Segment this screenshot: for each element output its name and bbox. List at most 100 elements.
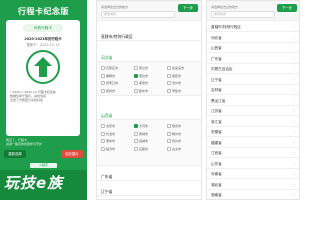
section-header[interactable]: 直辖市/特别行政区 › [97,32,201,41]
poster-footer-line: 感谢一路有你的陪伴与守护 [6,142,43,146]
province-item[interactable]: 湖北省 › [207,180,299,190]
city-label: 忻州市 [172,139,182,143]
checkbox-icon[interactable] [134,146,138,151]
checkbox-icon[interactable] [134,124,138,128]
checkbox-icon[interactable] [134,139,138,143]
checkbox-icon[interactable] [167,124,171,128]
city-checkbox[interactable]: 临汾市 [101,146,132,152]
province-item[interactable]: 浙江省 › [207,117,299,127]
province-label: 安徽省 [211,130,222,134]
city-checkbox[interactable]: 秦皇岛市 [167,65,198,71]
city-checkbox[interactable]: 晋中市 [101,138,132,144]
section-header[interactable]: 辽宁省 › [97,187,201,196]
city-checkbox[interactable]: 廊坊市 [101,88,132,94]
city-checkbox[interactable]: 大同市 [134,123,165,129]
province-item[interactable]: 内蒙古自治区 › [207,64,299,74]
checkbox-icon[interactable] [134,73,138,78]
checkbox-icon[interactable] [167,66,171,70]
chevron-right-icon: › [101,34,103,39]
province-item[interactable]: 直辖市/特别行政区 › [207,22,299,32]
province-item[interactable]: 广东省 › [207,54,299,64]
checkbox-icon[interactable] [101,131,105,136]
city-checkbox[interactable]: 运城市 [134,138,165,144]
province-label: 黑龙江省 [211,98,226,103]
city-label: 大同市 [139,124,149,128]
province-item[interactable]: 吉林省 › [207,85,299,95]
chevron-right-icon: › [293,87,295,92]
search-input[interactable]: 搜索城市 [211,11,275,18]
section-header[interactable]: 河北省 ⌄ [97,53,201,62]
section-header[interactable]: 山西省 ⌄ [97,111,201,120]
picker-header: 请选择您去过的地方 搜索城市 下一步 [97,1,201,21]
city-label: 长治市 [106,131,116,136]
city-checkbox[interactable]: 邢台市 [134,73,165,79]
city-checkbox[interactable]: 古交市 [167,146,198,152]
checkbox-icon[interactable] [167,88,171,93]
province-item[interactable]: 河南省 › [207,169,299,179]
chevron-right-icon: › [293,150,295,155]
reselect-button[interactable]: 重新选择 [4,150,26,158]
chevron-down-icon: ⌄ [101,113,105,118]
picker-header-select[interactable]: 请选择您去过的地方 [211,4,238,10]
province-item[interactable]: 江苏省 › [207,106,299,116]
city-checkbox[interactable]: 衡水市 [134,88,165,94]
province-item[interactable]: 山西省 › [207,43,299,53]
checkbox-icon[interactable] [134,81,138,85]
checkbox-icon[interactable] [167,146,171,151]
province-item[interactable]: 山东省 › [207,159,299,169]
checkbox-icon[interactable] [134,66,138,70]
city-checkbox[interactable]: 辛集市 [167,88,198,94]
checkbox-icon[interactable] [134,131,138,136]
checkbox-icon[interactable] [167,131,171,136]
checkbox-icon[interactable] [167,139,171,143]
checkbox-icon[interactable] [134,88,138,93]
city-checkbox[interactable]: 石家庄市 [101,65,132,71]
city-checkbox[interactable]: 保定市 [167,73,198,79]
city-checkbox[interactable]: 忻州市 [167,138,198,144]
checkbox-icon[interactable] [167,73,171,78]
checkbox-icon[interactable] [101,124,105,128]
city-checkbox[interactable]: 唐山市 [134,65,165,71]
city-checkbox[interactable]: 吕梁市 [134,146,165,152]
city-checkbox[interactable]: 长治市 [101,131,132,137]
province-item[interactable]: 安徽省 › [207,127,299,137]
checkbox-icon[interactable] [101,73,105,78]
checkbox-icon[interactable] [101,88,105,93]
checkbox-icon[interactable] [101,81,105,85]
province-item[interactable]: 湖南省 › [207,190,299,199]
city-checkbox[interactable]: 朔州市 [167,131,198,137]
province-label: 山东省 [211,161,222,166]
city-checkbox[interactable]: 太原市 [101,123,132,129]
province-item[interactable]: 黑龙江省 › [207,96,299,106]
poster-note-line: 点击下方按钮分享给好友 [10,98,44,102]
checkbox-icon[interactable] [101,139,105,143]
chevron-right-icon: › [101,174,103,179]
next-button[interactable]: 下一步 [277,4,297,12]
city-checkbox[interactable]: 阳泉市 [167,123,198,129]
province-item[interactable]: 辽宁省 › [207,75,299,85]
city-picker-expanded: 请选择您去过的地方 搜索城市 下一步 直辖市/特别行政区 › 河北省 ⌄ 石家庄… [96,0,202,200]
chevron-down-icon: ⌄ [101,55,105,60]
city-checkbox[interactable]: 沧州市 [167,80,198,86]
search-input[interactable]: 搜索城市 [101,11,175,18]
next-button[interactable]: 下一步 [178,4,198,12]
province-item[interactable]: 河北省 › [207,33,299,43]
province-item[interactable]: 江西省 › [207,148,299,158]
checkbox-icon[interactable] [101,146,105,151]
checkbox-icon[interactable] [101,66,105,70]
city-checkbox[interactable]: 晋城市 [134,131,165,137]
city-checkbox[interactable]: 邯郸市 [101,73,132,79]
poster-footer: 再见了，行程卡 感谢一路有你的陪伴与守护 [6,138,82,146]
city-label: 保定市 [172,73,182,78]
province-label: 江苏省 [211,109,222,113]
city-checkbox[interactable]: 张家口市 [101,80,132,86]
province-item[interactable]: 福建省 › [207,138,299,148]
province-label: 内蒙古自治区 [211,67,233,71]
save-image-button[interactable]: 保存图片 [61,150,83,158]
section-header[interactable]: 广东省 › [97,172,201,181]
province-label: 湖北省 [211,182,222,187]
picker-header-select[interactable]: 请选择您去过的地方 [101,4,128,10]
city-checkbox[interactable]: 承德市 [134,80,165,86]
checkbox-icon[interactable] [167,81,171,85]
city-label: 临汾市 [106,146,116,151]
